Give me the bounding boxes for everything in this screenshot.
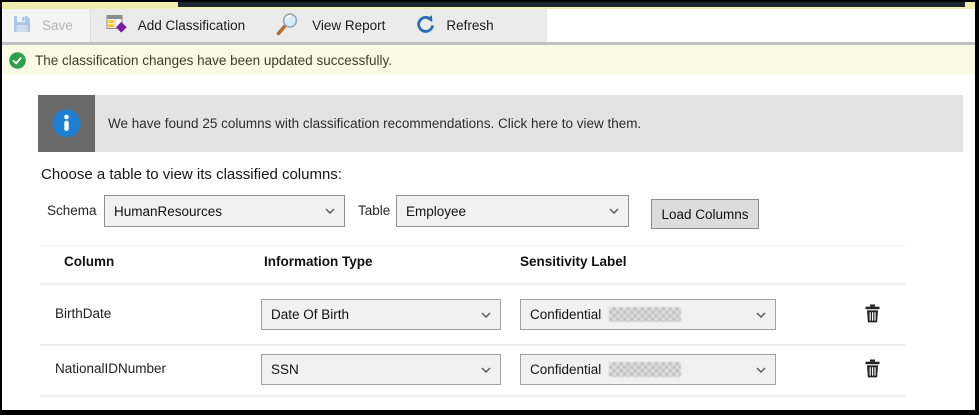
view-report-icon	[275, 12, 302, 40]
refresh-icon	[415, 14, 436, 38]
table-bottom-border	[40, 395, 905, 397]
chevron-down-icon	[756, 312, 766, 318]
sensitivity-label-value: Confidential	[530, 307, 601, 322]
delete-row-button[interactable]	[859, 355, 885, 381]
schema-select[interactable]: HumanResources	[104, 195, 345, 227]
sensitivity-label-select-row2[interactable]: Confidential	[520, 354, 776, 385]
add-classification-label: Add Classification	[138, 18, 245, 33]
add-classification-icon	[106, 14, 128, 38]
view-report-label: View Report	[312, 18, 385, 33]
chevron-down-icon	[325, 208, 335, 214]
schema-label: Schema	[47, 203, 97, 218]
info-icon-tile	[38, 95, 95, 152]
delete-icon	[864, 359, 881, 378]
row-separator	[40, 344, 905, 346]
recommendations-banner[interactable]: We have found 25 columns with classifica…	[38, 95, 963, 152]
information-type-select-row2[interactable]: SSN	[261, 354, 501, 385]
data-classification-panel: Save Add Classification	[0, 0, 979, 415]
refresh-button[interactable]: Refresh	[400, 9, 508, 42]
table-select-value: Employee	[406, 204, 466, 219]
toolbar: Save Add Classification	[2, 9, 547, 42]
chevron-down-icon	[481, 367, 491, 373]
table-label: Table	[358, 203, 390, 218]
choose-table-heading: Choose a table to view its classified co…	[41, 166, 342, 183]
save-label: Save	[42, 18, 73, 33]
save-button[interactable]: Save	[2, 9, 91, 42]
schema-select-value: HumanResources	[114, 204, 222, 219]
status-message: The classification changes have been upd…	[35, 53, 392, 68]
row-column-name: NationalIDNumber	[55, 361, 166, 376]
sensitivity-label-select-row1[interactable]: Confidential	[520, 299, 776, 330]
load-columns-button[interactable]: Load Columns	[651, 199, 759, 229]
recommendations-banner-body: We have found 25 columns with classifica…	[95, 95, 963, 152]
view-report-button[interactable]: View Report	[260, 9, 400, 42]
recommendations-message[interactable]: We have found 25 columns with classifica…	[108, 116, 641, 131]
title-bar-edge	[178, 2, 965, 7]
table-select[interactable]: Employee	[396, 195, 629, 227]
column-header-column: Column	[64, 254, 114, 269]
redacted-text	[609, 362, 681, 377]
row-column-name: BirthDate	[55, 306, 111, 321]
save-icon	[12, 14, 32, 37]
chevron-down-icon	[756, 367, 766, 373]
header-underline	[40, 283, 905, 285]
redacted-text	[609, 307, 681, 322]
column-header-information-type: Information Type	[264, 254, 373, 269]
chevron-down-icon	[481, 312, 491, 318]
info-icon	[52, 109, 81, 138]
table-top-border	[40, 245, 905, 246]
column-header-sensitivity-label: Sensitivity Label	[520, 254, 627, 269]
status-message-bar: The classification changes have been upd…	[2, 45, 975, 75]
information-type-select-row1[interactable]: Date Of Birth	[261, 299, 501, 330]
success-icon	[9, 52, 26, 69]
sensitivity-label-value: Confidential	[530, 362, 601, 377]
chevron-down-icon	[609, 208, 619, 214]
information-type-value: SSN	[271, 362, 299, 377]
add-classification-button[interactable]: Add Classification	[91, 9, 260, 42]
refresh-label: Refresh	[446, 18, 493, 33]
delete-icon	[864, 304, 881, 323]
delete-row-button[interactable]	[859, 300, 885, 326]
information-type-value: Date Of Birth	[271, 307, 349, 322]
